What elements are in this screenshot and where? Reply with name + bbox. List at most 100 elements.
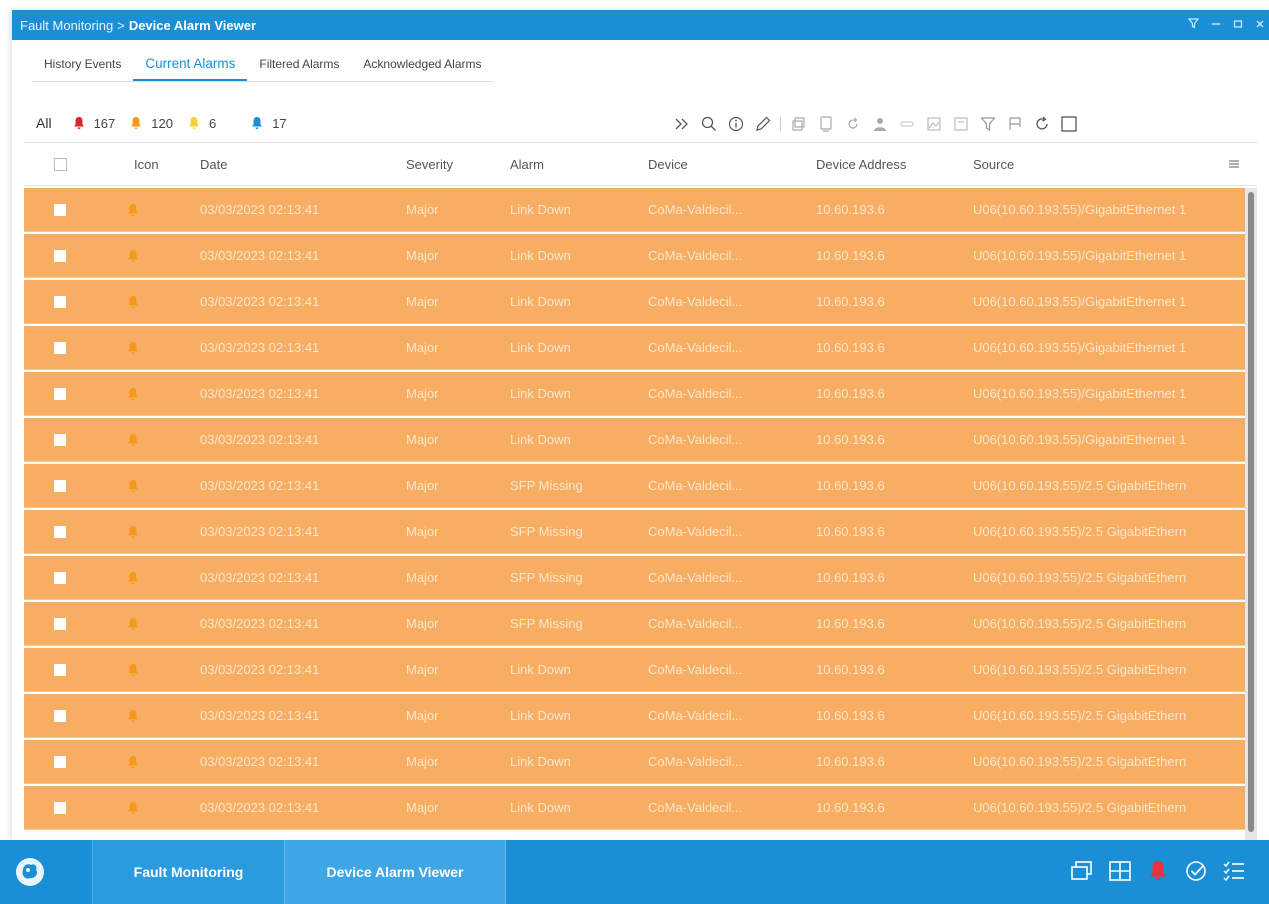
search-icon[interactable] <box>695 112 722 136</box>
tab-current-alarms[interactable]: Current Alarms <box>133 54 248 81</box>
cell-source: U06(10.60.193.55)/GigabitEthernet 1 <box>973 432 1187 447</box>
cell-source: U06(10.60.193.55)/GigabitEthernet 1 <box>973 202 1187 217</box>
select-all-icon[interactable] <box>1055 112 1082 136</box>
header-source[interactable]: Source <box>973 143 1014 185</box>
cell-source: U06(10.60.193.55)/GigabitEthernet 1 <box>973 248 1187 263</box>
table-row[interactable]: 03/03/2023 02:13:41 Major Link Down CoMa-Va… <box>24 740 1245 784</box>
table-row[interactable]: 03/03/2023 02:13:41 Major Link Down CoMa-Va… <box>24 188 1245 232</box>
row-checkbox[interactable] <box>54 525 66 538</box>
major-bell-icon <box>128 249 138 262</box>
row-severity-icon-cell <box>126 740 140 783</box>
table-row[interactable]: 03/03/2023 02:13:41 Major Link Down CoMa-Va… <box>24 694 1245 738</box>
table-row[interactable]: 03/03/2023 02:13:41 Major SFP Missing CoMa-… <box>24 602 1245 646</box>
header-device-address[interactable]: Device Address <box>816 143 906 185</box>
reload-icon[interactable] <box>1028 112 1055 136</box>
table-row[interactable]: 03/03/2023 02:13:41 Major Link Down CoMa-Va… <box>24 786 1245 830</box>
row-checkbox[interactable] <box>54 433 66 446</box>
header-icon[interactable]: Icon <box>134 143 159 185</box>
cell-date: 03/03/2023 02:13:41 <box>200 432 320 447</box>
row-checkbox[interactable] <box>54 571 66 584</box>
app-logo-icon[interactable] <box>14 856 46 888</box>
edit-icon[interactable] <box>749 112 776 136</box>
tab-filtered-alarms[interactable]: Filtered Alarms <box>247 54 351 81</box>
filter-icon[interactable] <box>1187 18 1200 32</box>
row-checkbox[interactable] <box>54 387 66 400</box>
cell-device-address: 10.60.193.6 <box>816 662 885 677</box>
chart-icon[interactable] <box>947 112 974 136</box>
cell-source: U06(10.60.193.55)/2.5 GigabitEthern <box>973 524 1187 539</box>
flag-icon[interactable] <box>1001 112 1028 136</box>
row-checkbox[interactable] <box>54 617 66 630</box>
scrollbar-thumb[interactable] <box>1248 192 1254 832</box>
cell-source: U06(10.60.193.55)/2.5 GigabitEthern <box>973 708 1187 723</box>
table-row[interactable]: 03/03/2023 02:13:41 Major Link Down CoMa-Va… <box>24 326 1245 370</box>
task-fault-monitoring[interactable]: Fault Monitoring <box>92 840 284 904</box>
task-list-icon[interactable] <box>1221 858 1247 884</box>
row-checkbox[interactable] <box>54 479 66 492</box>
vertical-scrollbar[interactable] <box>1245 188 1257 840</box>
table-row[interactable]: 03/03/2023 02:13:41 Major Link Down CoMa-Va… <box>24 234 1245 278</box>
table-row[interactable]: 03/03/2023 02:13:41 Major Link Down CoMa-Va… <box>24 648 1245 692</box>
table-row[interactable]: 03/03/2023 02:13:41 Major Link Down CoMa-Va… <box>24 372 1245 416</box>
row-checkbox[interactable] <box>54 249 66 262</box>
close-icon[interactable] <box>1255 18 1265 32</box>
row-checkbox[interactable] <box>54 203 66 216</box>
major-bell-icon <box>128 433 138 446</box>
summary-all[interactable]: All <box>36 115 58 131</box>
table-row[interactable]: 03/03/2023 02:13:41 Major SFP Missing CoMa-… <box>24 464 1245 508</box>
check-circle-icon[interactable] <box>1183 858 1209 884</box>
link-icon[interactable] <box>893 112 920 136</box>
table-row[interactable]: 03/03/2023 02:13:41 Major Link Down CoMa-Va… <box>24 280 1245 324</box>
cell-device: CoMa-Valdecil... <box>648 478 743 493</box>
cell-alarm: SFP Missing <box>510 478 583 493</box>
cell-source: U06(10.60.193.55)/2.5 GigabitEthern <box>973 800 1187 815</box>
summary-major[interactable]: 120 <box>129 116 173 131</box>
filter-icon[interactable] <box>974 112 1001 136</box>
grid-icon[interactable] <box>1107 858 1133 884</box>
major-bell-icon <box>128 387 138 400</box>
major-bell-icon <box>128 663 138 676</box>
row-checkbox[interactable] <box>54 801 66 814</box>
summary-info[interactable]: 17 <box>250 116 287 131</box>
alarm-bell-icon[interactable] <box>1145 858 1171 884</box>
header-alarm[interactable]: Alarm <box>510 143 544 185</box>
refresh-small-icon[interactable] <box>839 112 866 136</box>
info-icon[interactable] <box>722 112 749 136</box>
header-date[interactable]: Date <box>200 143 227 185</box>
cell-alarm: Link Down <box>510 754 571 769</box>
row-checkbox[interactable] <box>54 341 66 354</box>
cell-alarm: Link Down <box>510 340 571 355</box>
major-bell-icon <box>128 709 138 722</box>
maximize-icon[interactable] <box>1233 18 1243 32</box>
row-checkbox[interactable] <box>54 295 66 308</box>
row-checkbox[interactable] <box>54 755 66 768</box>
tab-history-events[interactable]: History Events <box>32 54 133 81</box>
task-device-alarm-viewer[interactable]: Device Alarm Viewer <box>284 840 506 904</box>
header-device[interactable]: Device <box>648 143 688 185</box>
header-severity[interactable]: Severity <box>406 143 453 185</box>
row-checkbox[interactable] <box>54 709 66 722</box>
cell-source: U06(10.60.193.55)/GigabitEthernet 1 <box>973 340 1187 355</box>
cell-alarm: Link Down <box>510 708 571 723</box>
cell-device-address: 10.60.193.6 <box>816 294 885 309</box>
column-menu-icon[interactable] <box>1228 143 1240 185</box>
device-icon[interactable] <box>812 112 839 136</box>
expand-icon[interactable] <box>668 112 695 136</box>
major-bell-icon <box>128 571 138 584</box>
summary-minor[interactable]: 6 <box>187 116 216 131</box>
tab-acknowledged-alarms[interactable]: Acknowledged Alarms <box>351 54 493 81</box>
breadcrumb-parent[interactable]: Fault Monitoring <box>20 18 113 33</box>
alarm-grid-header: Icon Date Severity Alarm Device Device A… <box>24 142 1257 186</box>
header-checkbox[interactable] <box>54 157 67 171</box>
table-row[interactable]: 03/03/2023 02:13:41 Major SFP Missing CoMa-… <box>24 510 1245 554</box>
minimize-icon[interactable] <box>1211 18 1221 32</box>
user-icon[interactable] <box>866 112 893 136</box>
cell-device-address: 10.60.193.6 <box>816 432 885 447</box>
windows-icon[interactable] <box>1069 858 1095 884</box>
summary-critical[interactable]: 167 <box>72 116 115 131</box>
row-checkbox[interactable] <box>54 663 66 676</box>
table-row[interactable]: 03/03/2023 02:13:41 Major Link Down CoMa-Va… <box>24 418 1245 462</box>
image-icon[interactable] <box>920 112 947 136</box>
copy-icon[interactable] <box>785 112 812 136</box>
table-row[interactable]: 03/03/2023 02:13:41 Major SFP Missing CoMa-… <box>24 556 1245 600</box>
